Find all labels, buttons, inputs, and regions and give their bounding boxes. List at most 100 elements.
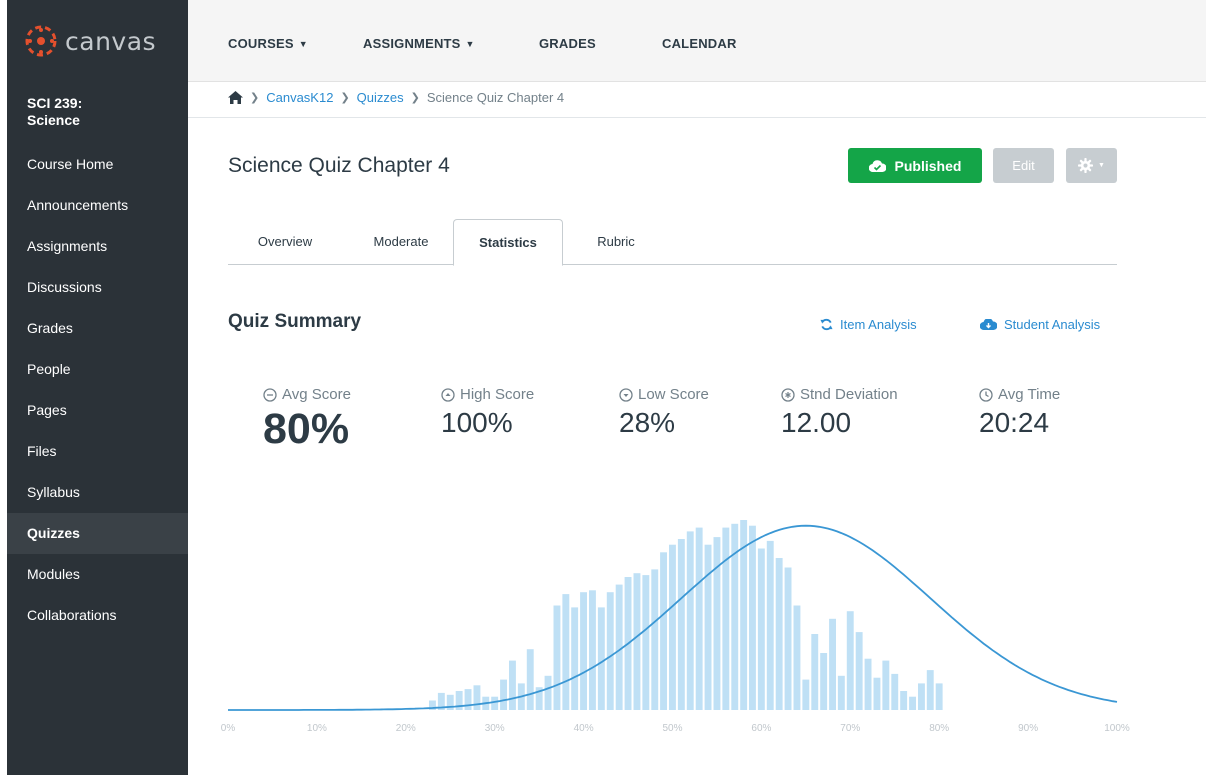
published-button[interactable]: Published	[848, 148, 982, 183]
sidebar-item-syllabus[interactable]: Syllabus	[7, 472, 188, 513]
histogram-bar	[500, 679, 507, 710]
sidebar-item-course-home[interactable]: Course Home	[7, 144, 188, 185]
nav-assignments-label: ASSIGNMENTS	[363, 36, 461, 51]
home-icon[interactable]	[228, 91, 243, 104]
histogram-bar	[544, 675, 552, 710]
sidebar-item-collaborations[interactable]: Collaborations	[7, 595, 188, 636]
quiz-tabs: Overview Moderate Statistics Rubric	[228, 219, 1117, 266]
nav-courses[interactable]: COURSES ▼	[228, 36, 308, 51]
histogram-bar	[526, 649, 534, 710]
gear-icon	[1078, 158, 1094, 173]
stat-high-score: High Score 100%	[441, 386, 534, 439]
chevron-right-icon: ❯	[410, 92, 420, 104]
caret-down-icon: ▼	[298, 39, 308, 49]
settings-menu-button[interactable]: ▼	[1066, 148, 1117, 183]
stat-low-score: Low Score 28%	[619, 386, 709, 439]
stat-std-deviation: Stnd Deviation 12.00	[781, 386, 898, 439]
histogram-bar	[704, 544, 712, 710]
histogram-bar	[686, 531, 694, 710]
histogram-bar	[802, 679, 810, 710]
edit-button[interactable]: Edit	[993, 148, 1054, 183]
sidebar-item-discussions[interactable]: Discussions	[7, 267, 188, 308]
nav-courses-label: COURSES	[228, 36, 294, 51]
asterisk-circle-icon	[781, 387, 795, 402]
histogram-bar	[909, 696, 916, 710]
low-score-value: 28%	[619, 407, 676, 438]
breadcrumb-divider	[188, 117, 1206, 118]
avg-time-value: 20:24	[979, 407, 1050, 438]
page-title: Science Quiz Chapter 4	[228, 154, 450, 177]
course-title[interactable]: SCI 239: Science	[27, 95, 82, 129]
histogram-bar	[473, 685, 481, 710]
breadcrumb-canvask12[interactable]: CanvasK12	[266, 90, 333, 105]
tab-statistics[interactable]: Statistics	[453, 219, 563, 266]
sidebar-item-assignments[interactable]: Assignments	[7, 226, 188, 267]
arrow-up-circle-icon	[441, 387, 455, 402]
quiz-summary-title: Quiz Summary	[228, 311, 362, 332]
sidebar-item-grades[interactable]: Grades	[7, 308, 188, 349]
histogram-bar	[811, 634, 819, 710]
histogram-bar	[855, 632, 863, 710]
caret-down-icon: ▼	[465, 39, 475, 49]
sidebar-item-files[interactable]: Files	[7, 431, 188, 472]
histogram-bar	[846, 611, 854, 710]
nav-assignments[interactable]: ASSIGNMENTS ▼	[363, 36, 475, 51]
tab-rubric[interactable]: Rubric	[579, 219, 653, 265]
avg-score-value: 80%	[263, 405, 350, 453]
histogram-bar	[509, 660, 516, 710]
canvas-logo[interactable]: canvas	[7, 0, 188, 82]
course-title-line1: SCI 239:	[27, 95, 83, 111]
histogram-bar	[891, 673, 899, 710]
x-tick-label: 90%	[1018, 723, 1038, 734]
published-label: Published	[894, 157, 962, 174]
tab-moderate[interactable]: Moderate	[355, 219, 447, 265]
avg-score-label: Avg Score	[282, 386, 351, 403]
score-distribution-chart: 0% 10% 20% 30% 40% 50% 60% 70% 80% 90% 100%	[221, 520, 1130, 734]
histogram-bar	[615, 584, 623, 710]
histogram-bar	[793, 605, 801, 710]
histogram-bar	[660, 552, 667, 710]
histogram-bar	[597, 607, 605, 710]
canvas-logo-icon	[25, 25, 57, 57]
chevron-right-icon: ❯	[340, 92, 350, 104]
histogram-bar	[900, 691, 908, 710]
arrow-down-circle-icon	[619, 387, 633, 402]
course-sidebar: canvas SCI 239: Science Course Home Anno…	[7, 0, 188, 775]
clock-icon	[979, 387, 993, 402]
top-nav-bar: COURSES ▼ ASSIGNMENTS ▼ GRADES CALENDAR	[188, 0, 1206, 82]
nav-grades[interactable]: GRADES	[539, 36, 596, 51]
minus-circle-icon	[263, 387, 277, 402]
student-analysis-link[interactable]: Student Analysis	[980, 317, 1100, 332]
nav-calendar[interactable]: CALENDAR	[662, 36, 737, 51]
histogram-bar	[491, 696, 499, 710]
item-analysis-link[interactable]: Item Analysis	[820, 317, 917, 332]
histogram-bar	[882, 660, 890, 710]
std-deviation-label: Stnd Deviation	[800, 386, 898, 403]
x-tick-label: 70%	[840, 723, 860, 734]
sidebar-item-modules[interactable]: Modules	[7, 554, 188, 595]
x-tick-label: 50%	[662, 723, 682, 734]
histogram-bar	[829, 618, 836, 710]
breadcrumb: ❯ CanvasK12 ❯ Quizzes ❯ Science Quiz Cha…	[228, 90, 564, 105]
stat-avg-score: Avg Score 80%	[263, 386, 351, 454]
histogram-bar	[713, 537, 721, 710]
sidebar-item-pages[interactable]: Pages	[7, 390, 188, 431]
tab-overview[interactable]: Overview	[245, 219, 325, 265]
x-tick-label: 0%	[221, 723, 236, 734]
histogram-bar	[606, 592, 614, 710]
sidebar-item-announcements[interactable]: Announcements	[7, 185, 188, 226]
histogram-bar	[677, 539, 685, 710]
breadcrumb-quizzes[interactable]: Quizzes	[357, 90, 404, 105]
histogram-bar	[580, 592, 587, 710]
x-tick-label: 30%	[485, 723, 505, 734]
histogram-bar	[926, 670, 934, 710]
course-nav: Course Home Announcements Assignments Di…	[7, 144, 188, 636]
sidebar-item-people[interactable]: People	[7, 349, 188, 390]
histogram-bar	[464, 689, 472, 710]
student-analysis-label: Student Analysis	[1004, 317, 1101, 332]
x-tick-label: 40%	[574, 723, 594, 734]
sidebar-item-quizzes[interactable]: Quizzes	[7, 513, 188, 554]
app-name: canvas	[65, 26, 157, 56]
histogram-bar	[820, 653, 828, 710]
histogram-bar	[669, 544, 676, 710]
